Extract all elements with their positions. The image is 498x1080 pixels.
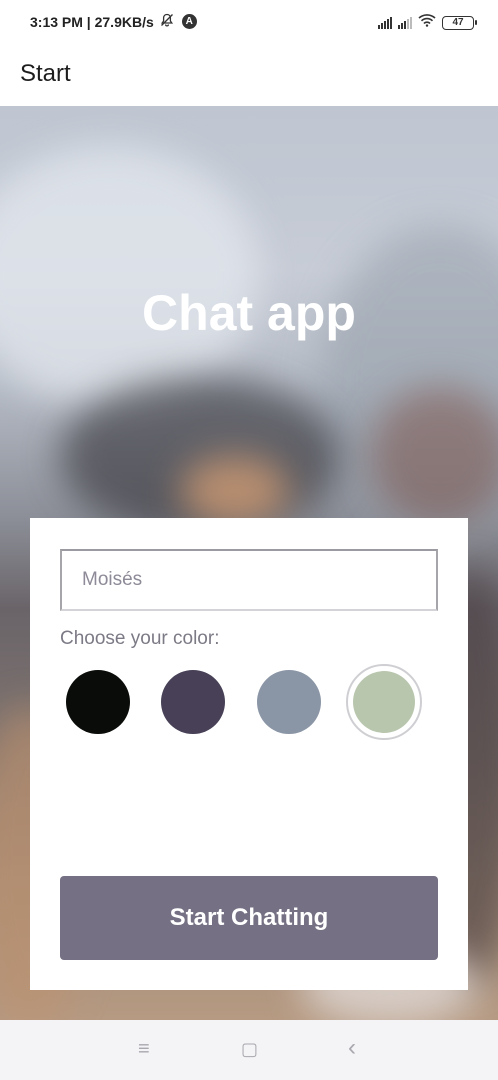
battery-icon: 47	[442, 15, 477, 30]
page-title: Start	[20, 60, 71, 87]
back-chevron-icon[interactable]: ‹	[348, 1034, 356, 1062]
color-label: Choose your color:	[60, 628, 220, 649]
menu-icon[interactable]: ≡	[138, 1038, 150, 1061]
navigation-bar: ≡ ▢ ‹	[0, 1020, 498, 1080]
color-swatch-fill	[353, 671, 415, 733]
status-bar: 3:13 PM | 27.9KB/s A 47	[0, 0, 498, 44]
color-swatch-gray-blue[interactable]	[257, 670, 321, 734]
home-square-icon[interactable]: ▢	[241, 1039, 258, 1060]
signal-icon	[378, 16, 392, 29]
color-swatch-black[interactable]	[66, 670, 130, 734]
background-photo-region	[180, 456, 290, 526]
color-swatch-green-selected[interactable]	[346, 664, 422, 740]
signal-icon	[398, 16, 412, 29]
wifi-icon	[418, 13, 436, 32]
app-title: Chat app	[142, 285, 356, 341]
name-input[interactable]	[60, 549, 438, 611]
status-left: 3:13 PM | 27.9KB/s A	[30, 13, 197, 30]
background-photo-region	[370, 386, 498, 526]
app-bar: Start	[0, 44, 498, 106]
background-photo-region	[0, 146, 260, 406]
status-right: 47	[378, 13, 477, 32]
start-chatting-button[interactable]: Start Chatting	[60, 876, 438, 960]
app-notification-icon: A	[181, 14, 197, 29]
status-time-speed: 3:13 PM | 27.9KB/s	[30, 13, 154, 30]
color-swatch-purple[interactable]	[161, 670, 225, 734]
start-form-card: Choose your color: Start Chatting	[30, 518, 468, 990]
bell-off-icon	[160, 13, 174, 30]
